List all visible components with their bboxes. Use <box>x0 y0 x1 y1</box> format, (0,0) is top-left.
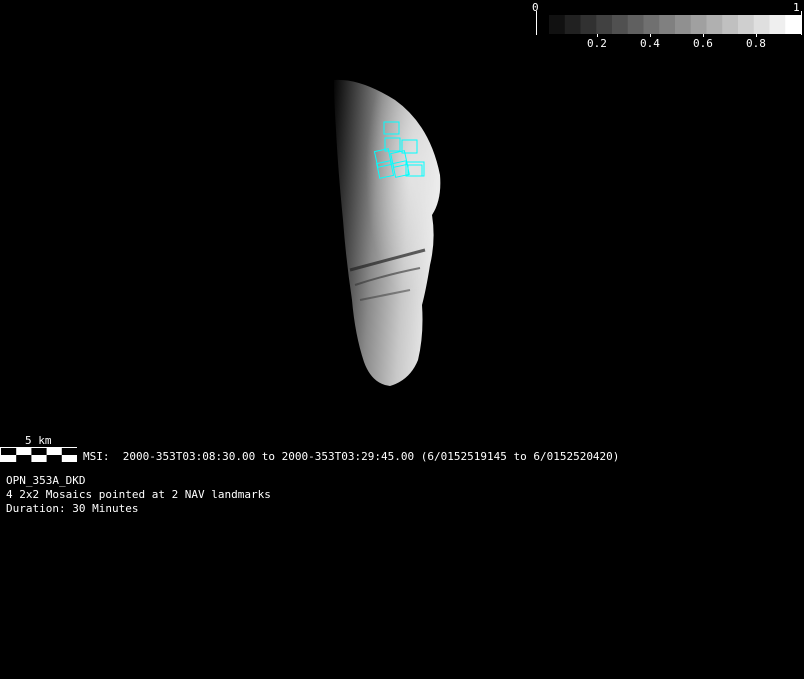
colorbar <box>536 11 802 37</box>
colorbar-segment <box>612 15 629 34</box>
scale-bar-label: 5 km <box>25 434 52 447</box>
colorbar-segment <box>738 15 755 34</box>
sequence-description: 4 2x2 Mosaics pointed at 2 NAV landmarks <box>6 488 271 501</box>
colorbar-segment <box>753 15 770 34</box>
scale-bar-cell <box>1 448 17 455</box>
colorbar-segment <box>580 15 597 34</box>
colorbar-segment <box>596 15 613 34</box>
colorbar-max-label: 1 <box>793 1 800 14</box>
scale-bar-cell <box>16 455 32 462</box>
colorbar-segment <box>627 15 644 34</box>
colorbar-min-label: 0 <box>532 1 539 14</box>
colorbar-segment <box>675 15 692 34</box>
msi-time-range: MSI: 2000-353T03:08:30.00 to 2000-353T03… <box>83 450 620 463</box>
colorbar-tick-label: 0.2 <box>587 37 607 50</box>
colorbar-tick-label: 0.8 <box>746 37 766 50</box>
scale-bar-cell <box>46 455 62 462</box>
colorbar-segment <box>643 15 660 34</box>
scale-bar <box>0 447 77 462</box>
colorbar-tick-label: 0.6 <box>693 37 713 50</box>
colorbar-segment <box>722 15 739 34</box>
colorbar-segment <box>785 15 802 34</box>
colorbar-segment <box>706 15 723 34</box>
sequence-name: OPN_353A_DKD <box>6 474 86 487</box>
colorbar-segment <box>659 15 676 34</box>
scale-bar-cell <box>61 448 77 455</box>
asteroid-image <box>334 79 441 386</box>
scale-bar-cell <box>31 448 47 455</box>
colorbar-tick-label: 0.4 <box>640 37 660 50</box>
sequence-duration: Duration: 30 Minutes <box>6 502 139 515</box>
colorbar-segment <box>564 15 581 34</box>
scene <box>0 11 802 462</box>
colorbar-segment <box>769 15 786 34</box>
colorbar-segment <box>690 15 707 34</box>
colorbar-segment <box>549 15 566 34</box>
